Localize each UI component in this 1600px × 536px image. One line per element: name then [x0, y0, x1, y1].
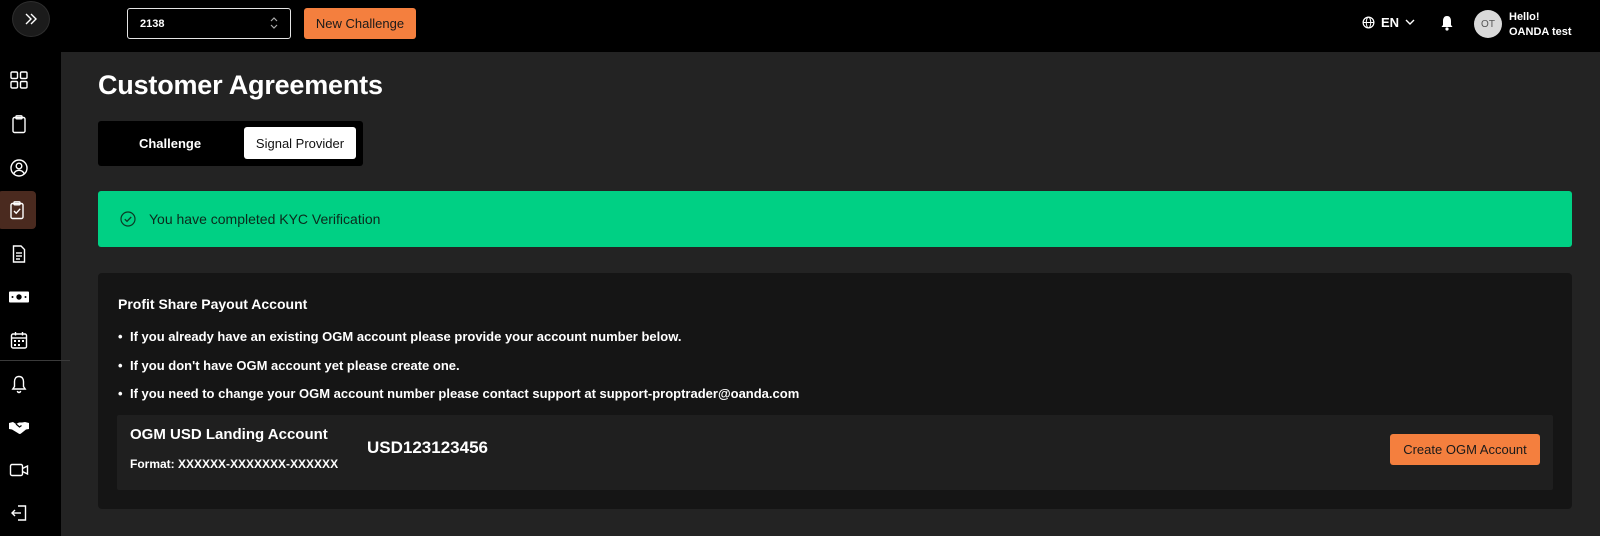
- bell-icon: [1441, 16, 1453, 31]
- tab-signal-provider[interactable]: Signal Provider: [244, 127, 356, 159]
- sidebar-item-dashboard[interactable]: [0, 61, 38, 99]
- sidebar-item-payouts[interactable]: [0, 278, 38, 316]
- sidebar-item-notifications[interactable]: [0, 365, 38, 403]
- money-icon: [9, 291, 29, 303]
- sidebar-item-videos[interactable]: [0, 451, 38, 489]
- account-select-value: 2138: [140, 17, 165, 30]
- new-challenge-button[interactable]: New Challenge: [304, 8, 416, 39]
- sidebar-item-documents[interactable]: [0, 235, 38, 273]
- chevron-down-icon: [1405, 19, 1415, 25]
- sidebar-divider: [0, 360, 70, 361]
- account-format: Format: XXXXXX-XXXXXXX-XXXXXX: [130, 457, 339, 471]
- language-selector[interactable]: EN: [1362, 15, 1415, 30]
- sidebar-item-agreements[interactable]: [0, 191, 36, 229]
- sidebar-item-partners[interactable]: [0, 408, 38, 446]
- document-icon: [12, 245, 26, 263]
- language-label: EN: [1381, 15, 1400, 30]
- instruction-item: If you don't have OGM account yet please…: [118, 352, 799, 381]
- avatar[interactable]: OT: [1474, 10, 1502, 38]
- video-icon: [9, 463, 29, 477]
- greeting-username: OANDA test: [1509, 26, 1572, 38]
- expand-sidebar-button[interactable]: [12, 1, 50, 37]
- sidebar: [0, 52, 70, 536]
- agreements-icon: [10, 201, 24, 220]
- double-chevron-right-icon: [25, 13, 37, 25]
- sidebar-item-logout[interactable]: [0, 494, 38, 532]
- account-number: USD123123456: [367, 438, 488, 457]
- create-ogm-account-button[interactable]: Create OGM Account: [1390, 434, 1540, 465]
- clipboard-icon: [12, 115, 26, 134]
- greeting-hello: Hello!: [1509, 11, 1540, 23]
- agreement-tabs: Challenge Signal Provider: [98, 121, 363, 166]
- instruction-item: If you need to change your OGM account n…: [118, 380, 799, 409]
- payout-card-title: Profit Share Payout Account: [118, 296, 308, 312]
- account-name: OGM USD Landing Account: [130, 426, 328, 443]
- dashboard-icon: [10, 71, 28, 89]
- select-caret-icon: [270, 17, 278, 29]
- kyc-message: You have completed KYC Verification: [149, 211, 381, 227]
- ogm-account-row: OGM USD Landing Account Format: XXXXXX-X…: [117, 415, 1553, 490]
- globe-icon: [1362, 16, 1375, 29]
- sidebar-item-profile[interactable]: [0, 149, 38, 187]
- payout-instructions: If you already have an existing OGM acco…: [118, 323, 799, 409]
- account-select[interactable]: 2138: [127, 8, 291, 39]
- notifications-button[interactable]: [1440, 15, 1454, 36]
- tab-challenge[interactable]: Challenge: [108, 127, 232, 159]
- check-circle-icon: [120, 211, 136, 227]
- notification-bell-icon: [11, 375, 27, 394]
- page-title: Customer Agreements: [98, 70, 383, 100]
- kyc-status-banner: You have completed KYC Verification: [98, 191, 1572, 247]
- instruction-item: If you already have an existing OGM acco…: [118, 323, 799, 352]
- sidebar-item-clipboard[interactable]: [0, 105, 38, 143]
- top-bar: 2138 New Challenge EN OT Hello! OANDA te…: [0, 0, 1600, 52]
- sidebar-item-calendar[interactable]: [0, 321, 38, 359]
- payout-account-card: Profit Share Payout Account If you alrea…: [98, 273, 1572, 509]
- logout-icon: [11, 505, 27, 521]
- calendar-icon: [10, 332, 28, 349]
- profile-icon: [10, 159, 28, 177]
- user-greeting[interactable]: Hello! OANDA test: [1509, 10, 1572, 40]
- handshake-icon: [9, 422, 29, 434]
